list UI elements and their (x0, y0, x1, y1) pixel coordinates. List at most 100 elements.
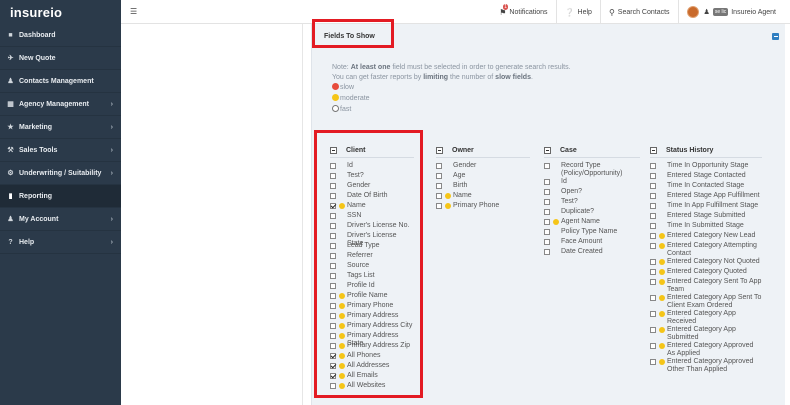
field-checkbox[interactable] (436, 163, 442, 169)
field-checkbox[interactable] (330, 363, 336, 369)
field-checkbox[interactable] (544, 209, 550, 215)
field-checkbox[interactable] (330, 333, 336, 339)
field-label: Birth (453, 182, 468, 189)
field-checkbox[interactable] (330, 323, 336, 329)
field-option: Face Amount (544, 238, 640, 248)
sidebar-item-dashboard[interactable]: ■ Dashboard (0, 24, 121, 47)
field-checkbox[interactable] (436, 193, 442, 199)
select-all-checkbox[interactable] (544, 147, 551, 154)
field-checkbox[interactable] (650, 343, 656, 349)
field-checkbox[interactable] (330, 343, 336, 349)
column-title: Client (346, 147, 366, 154)
question-icon: ? (8, 238, 13, 246)
field-checkbox[interactable] (544, 199, 550, 205)
field-checkbox[interactable] (436, 203, 442, 209)
field-checkbox[interactable] (650, 163, 656, 169)
fast-dot-icon (332, 105, 339, 112)
field-checkbox[interactable] (650, 173, 656, 179)
field-checkbox[interactable] (330, 193, 336, 199)
field-checkbox[interactable] (650, 243, 656, 249)
field-checkbox[interactable] (650, 295, 656, 301)
field-checkbox[interactable] (650, 269, 656, 275)
field-checkbox[interactable] (330, 243, 336, 249)
field-checkbox[interactable] (330, 173, 336, 179)
field-checkbox[interactable] (650, 327, 656, 333)
case-column: Case Record Type (Policy/Opportunity) Id Op… (544, 144, 640, 258)
field-checkbox[interactable] (330, 303, 336, 309)
field-label: Time In Submitted Stage (667, 222, 744, 229)
field-checkbox[interactable] (330, 203, 336, 209)
notification-badge: 1 (503, 3, 509, 10)
collapse-button[interactable] (772, 33, 779, 40)
sidebar-item-sales-tools[interactable]: ⚒ Sales Tools › (0, 139, 121, 162)
legend-slow: slow (340, 84, 355, 91)
field-label: Gender (453, 162, 477, 169)
field-checkbox[interactable] (650, 279, 656, 285)
sidebar-item-my-account[interactable]: ♟ My Account › (0, 208, 121, 231)
sidebar-item-new-quote[interactable]: ✈ New Quote (0, 47, 121, 70)
panel-header: Fields To Show (312, 24, 785, 48)
field-checkbox[interactable] (330, 313, 336, 319)
help-link[interactable]: ❔ Help (555, 0, 600, 24)
sidebar-item-help[interactable]: ? Help › (0, 231, 121, 254)
field-checkbox[interactable] (330, 233, 336, 239)
field-checkbox[interactable] (544, 239, 550, 245)
field-checkbox[interactable] (650, 359, 656, 365)
field-checkbox[interactable] (436, 183, 442, 189)
field-checkbox[interactable] (544, 219, 550, 225)
field-checkbox[interactable] (650, 203, 656, 209)
user-menu[interactable]: ♟ se lic Insureio Agent (677, 0, 784, 24)
field-checkbox[interactable] (330, 253, 336, 259)
sidebar-item-underwriting-suitability[interactable]: ⚙ Underwriting / Suitability › (0, 162, 121, 185)
field-checkbox[interactable] (650, 233, 656, 239)
field-label: Entered Category Approved Other Than App… (667, 358, 754, 373)
field-checkbox[interactable] (544, 229, 550, 235)
search-contacts-link[interactable]: ⚲ Search Contacts (599, 0, 678, 24)
field-checkbox[interactable] (650, 311, 656, 317)
field-checkbox[interactable] (650, 183, 656, 189)
sidebar-item-contacts-management[interactable]: ♟ Contacts Management (0, 70, 121, 93)
bar-chart-icon: ▮ (8, 193, 13, 200)
field-checkbox[interactable] (330, 283, 336, 289)
field-checkbox[interactable] (330, 183, 336, 189)
field-checkbox[interactable] (436, 173, 442, 179)
field-checkbox[interactable] (330, 213, 336, 219)
field-label: Face Amount (561, 238, 603, 245)
field-checkbox[interactable] (650, 213, 656, 219)
field-checkbox[interactable] (330, 163, 336, 169)
select-all-checkbox[interactable] (650, 147, 657, 154)
select-all-checkbox[interactable] (436, 147, 443, 154)
notifications-link[interactable]: ⚑ 1 Notifications (491, 0, 555, 24)
field-label: Entered Category New Lead (667, 232, 756, 239)
moderate-dot-icon (659, 233, 665, 239)
field-option: Entered Category Attempting Contact (650, 242, 762, 258)
sidebar-item-reporting[interactable]: ▮ Reporting (0, 185, 121, 208)
field-checkbox[interactable] (544, 179, 550, 185)
field-checkbox[interactable] (330, 293, 336, 299)
field-option: All Websites (330, 382, 414, 392)
menu-toggle-icon[interactable]: ☰ (130, 7, 137, 16)
field-checkbox[interactable] (330, 263, 336, 269)
field-checkbox[interactable] (330, 373, 336, 379)
logo[interactable]: insureio (0, 0, 121, 24)
field-checkbox[interactable] (330, 273, 336, 279)
field-checkbox[interactable] (544, 163, 550, 169)
field-checkbox[interactable] (544, 189, 550, 195)
sidebar-item-agency-management[interactable]: ▦ Agency Management › (0, 93, 121, 116)
field-checkbox[interactable] (650, 259, 656, 265)
note-text-2b: the number of (448, 74, 496, 81)
select-all-checkbox[interactable] (330, 147, 337, 154)
moderate-dot-icon (339, 333, 345, 339)
field-option: Age (436, 172, 530, 182)
field-label: Date Created (561, 248, 603, 255)
field-checkbox[interactable] (650, 193, 656, 199)
moderate-dot-icon (339, 323, 345, 329)
sidebar-item-marketing[interactable]: ★ Marketing › (0, 116, 121, 139)
field-checkbox[interactable] (330, 383, 336, 389)
field-checkbox[interactable] (544, 249, 550, 255)
field-option: Name (436, 192, 530, 202)
field-checkbox[interactable] (650, 223, 656, 229)
chevron-right-icon: › (110, 146, 113, 154)
field-checkbox[interactable] (330, 353, 336, 359)
field-checkbox[interactable] (330, 223, 336, 229)
